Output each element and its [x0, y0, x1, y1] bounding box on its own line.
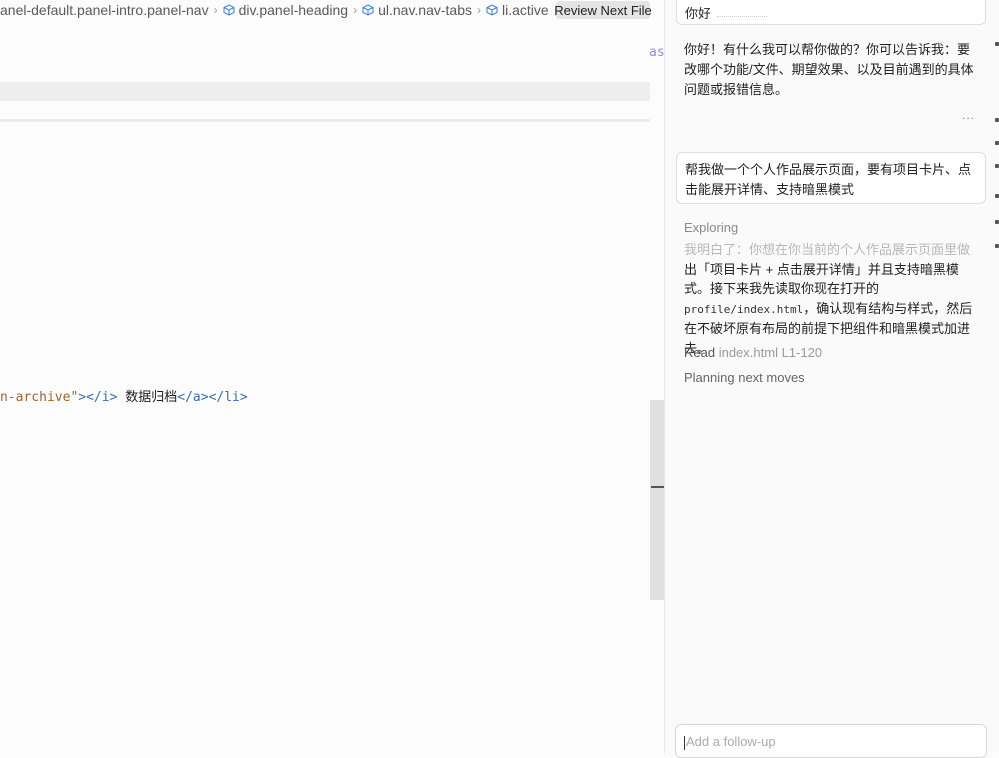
planning-status: Planning next moves [684, 370, 805, 385]
user-message-bubble[interactable]: 你好 [676, 0, 986, 25]
code-token-tag: </a></li> [177, 390, 248, 405]
edge-marker [995, 164, 999, 168]
code-line[interactable]: n-archive"></i> 数据归档</a></li> [0, 386, 248, 405]
scroll-fade-mark [717, 16, 767, 20]
edge-marker [995, 244, 999, 248]
editor-scrollbar[interactable] [650, 400, 664, 600]
exploring-status-label: Exploring [684, 220, 739, 235]
chat-panel: 你好 你好！有什么我可以帮你做的？你可以告诉我：要改哪个功能/文件、期望效果、以… [665, 0, 999, 758]
chevron-right-icon: › [353, 3, 358, 17]
cube-icon [223, 4, 235, 16]
tool-call-verb: Read [684, 345, 716, 360]
chevron-right-icon: › [477, 3, 481, 17]
code-text-fragment: as [649, 45, 665, 60]
tool-call-read[interactable]: Read index.html L1-120 [684, 345, 822, 360]
breadcrumb-label: ul.nav.nav-tabs [378, 2, 472, 18]
edge-marker [995, 42, 999, 46]
review-next-file-button[interactable]: Review Next File [554, 1, 652, 19]
breadcrumb-item-panel-heading[interactable]: div.panel-heading [223, 2, 349, 18]
breadcrumb-item-li-active[interactable]: li.active [486, 2, 549, 18]
breadcrumb-label: div.panel-heading [238, 2, 349, 18]
breadcrumb-item-nav-tabs[interactable]: ul.nav.nav-tabs [362, 2, 472, 18]
current-line-highlight [0, 82, 650, 101]
user-message-text: 帮我做一个个人作品展示页面，要有项目卡片、点击能展开详情、支持暗黑模式 [685, 162, 972, 197]
faded-text: 我明白了：你想在你当前的个人作品展示页面里做 [684, 242, 971, 257]
edge-marker [995, 141, 999, 145]
text-cursor [684, 735, 685, 750]
code-token-text: 数据归档 [125, 390, 178, 405]
breadcrumb-label: li.active [502, 2, 549, 18]
chevron-right-icon: › [213, 3, 218, 17]
user-message-text: 你好 [685, 6, 712, 21]
more-options-icon[interactable]: ... [962, 108, 975, 122]
code-token-tag: ></i> [78, 390, 126, 405]
cube-icon [486, 4, 498, 16]
thinking-text-a: 出「项目卡片 + 点击展开详情」并且支持暗黑模式。接下来我先读取你现在打开的 [684, 261, 959, 297]
tool-call-file: index.html L1-120 [718, 345, 823, 360]
edge-marker [995, 220, 999, 224]
sticky-scroll-separator [0, 119, 650, 122]
code-token-string: n-archive" [0, 390, 79, 405]
user-message-bubble[interactable]: 帮我做一个个人作品展示页面，要有项目卡片、点击能展开详情、支持暗黑模式 [676, 152, 986, 204]
edge-marker [995, 194, 999, 198]
assistant-thinking-text: 我明白了：你想在你当前的个人作品展示页面里做出「项目卡片 + 点击展开详情」并且… [684, 240, 977, 358]
breadcrumb-label: anel-default.panel-intro.panel-nav [0, 2, 209, 18]
follow-up-placeholder: Add a follow-up [686, 734, 776, 749]
inline-code-filepath: profile/index.html [684, 302, 804, 316]
breadcrumb-item-panel[interactable]: anel-default.panel-intro.panel-nav [0, 2, 209, 18]
edge-marker [995, 118, 999, 122]
cube-icon [362, 4, 374, 16]
code-editor[interactable]: anel-default.panel-intro.panel-nav › div… [0, 0, 665, 753]
scrollbar-position-marker [651, 486, 664, 488]
assistant-reply: 你好！有什么我可以帮你做的？你可以告诉我：要改哪个功能/文件、期望效果、以及目前… [684, 42, 974, 97]
